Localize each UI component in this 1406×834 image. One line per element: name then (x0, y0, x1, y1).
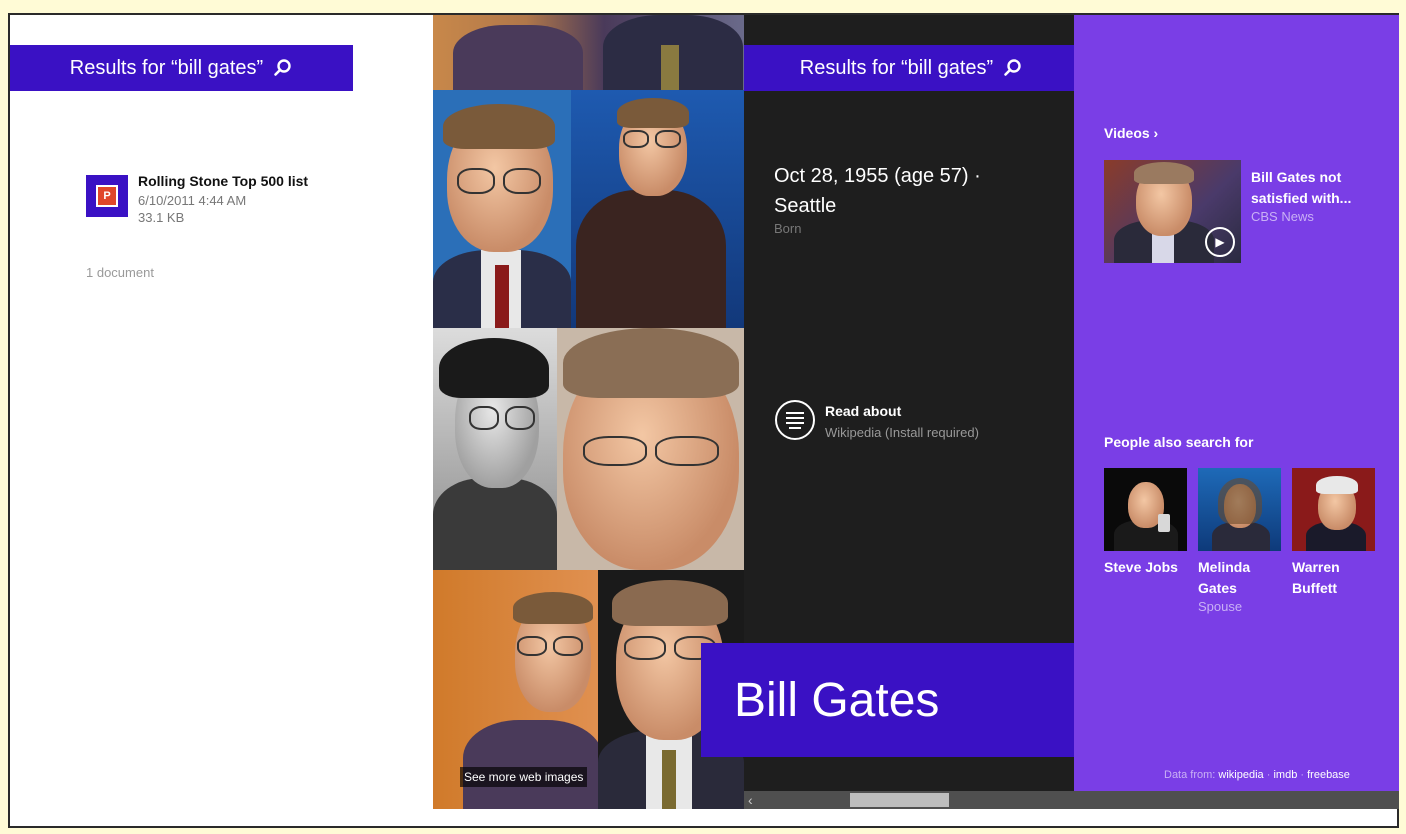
person-name: Melinda Gates (1198, 559, 1251, 596)
source-link-freebase[interactable]: freebase (1307, 769, 1350, 781)
read-about-subtitle: Wikipedia (Install required) (825, 425, 979, 440)
person-card-warren-buffett[interactable]: Warren Buffett (1292, 468, 1375, 599)
source-separator: · (1266, 769, 1271, 781)
results-canvas: See more web images Results for “bill ga… (10, 15, 1399, 809)
horizontal-scrollbar[interactable]: ‹ (744, 791, 1399, 809)
data-from-label: Data from: (1164, 769, 1216, 781)
person-card-melinda-gates[interactable]: Melinda Gates Spouse (1198, 468, 1281, 614)
web-images-collage[interactable]: See more web images (433, 15, 744, 809)
document-lines-icon[interactable] (775, 400, 815, 440)
image-tile[interactable] (557, 328, 744, 570)
video-source: CBS News (1251, 209, 1314, 224)
person-name: Warren Buffett (1292, 559, 1340, 596)
person-relation: Spouse (1198, 599, 1243, 614)
play-icon[interactable]: ▶ (1205, 227, 1235, 257)
image-tile[interactable] (433, 15, 744, 90)
search-icon[interactable] (1003, 58, 1023, 78)
image-tile[interactable] (433, 90, 571, 328)
see-more-images-link[interactable]: See more web images (460, 767, 588, 787)
source-link-wikipedia[interactable]: wikipedia (1218, 769, 1263, 781)
person-photo[interactable] (1292, 468, 1375, 551)
read-about-title[interactable]: Read about (825, 403, 901, 419)
person-photo[interactable] (1198, 468, 1281, 551)
video-thumbnail[interactable]: ▶ (1104, 160, 1241, 263)
scrollbar-thumb[interactable] (850, 793, 949, 807)
video-title[interactable]: Bill Gates not satisfied with... (1251, 167, 1381, 209)
person-card-steve-jobs[interactable]: Steve Jobs (1104, 468, 1187, 578)
search-banner-text: Results for “bill gates” (799, 56, 994, 79)
person-photo[interactable] (1104, 468, 1187, 551)
image-tile[interactable] (433, 328, 557, 570)
videos-heading[interactable]: Videos › (1104, 125, 1158, 141)
source-separator: · (1300, 769, 1305, 781)
image-tile[interactable] (571, 90, 744, 328)
person-name-title: Bill Gates (701, 643, 1074, 757)
search-results-banner[interactable]: Results for “bill gates” (744, 45, 1079, 91)
born-label: Born (774, 221, 802, 236)
born-value: Oct 28, 1955 (age 57) · Seattle (774, 165, 981, 217)
scroll-left-arrow-icon[interactable]: ‹ (748, 791, 753, 809)
people-also-search-heading: People also search for (1104, 434, 1254, 450)
person-name: Steve Jobs (1104, 559, 1178, 575)
source-link-imdb[interactable]: imdb (1273, 769, 1297, 781)
data-attribution: Data from: wikipedia · imdb · freebase (1164, 769, 1350, 781)
